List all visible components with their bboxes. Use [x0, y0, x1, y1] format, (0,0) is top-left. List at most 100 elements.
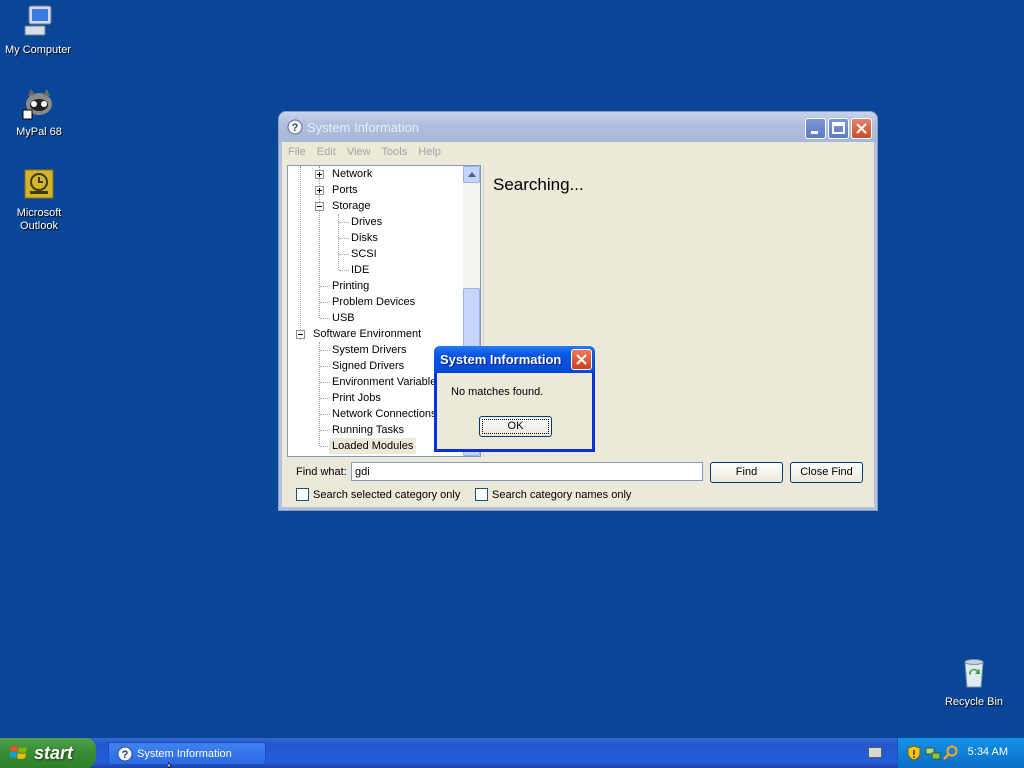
- tree-item-ide[interactable]: IDE: [351, 262, 369, 278]
- desktop-icon-label: My Computer: [4, 44, 72, 56]
- tree-item-printing[interactable]: Printing: [332, 278, 369, 294]
- desktop-icon-label: Recycle Bin: [944, 696, 1004, 708]
- maximize-button[interactable]: [828, 118, 849, 139]
- desktop-icon-mypal[interactable]: MyPal 68: [0, 86, 79, 139]
- tree-item-environment-variables[interactable]: Environment Variables: [332, 374, 442, 390]
- tree-item-label: Storage: [332, 200, 371, 212]
- tree-item-label: Environment Variables: [332, 376, 442, 388]
- tree-item-loaded-modules[interactable]: Loaded Modules: [329, 438, 417, 454]
- tree-item-label: SCSI: [351, 248, 377, 260]
- tree-item-software-environment[interactable]: Software Environment: [288, 326, 463, 342]
- tree-line: [320, 430, 330, 431]
- menu-help[interactable]: Help: [418, 142, 441, 162]
- desktop-icon-my-computer[interactable]: My Computer: [0, 4, 78, 57]
- help-icon: ?: [287, 119, 303, 135]
- tree-item-label: IDE: [351, 264, 370, 276]
- find-what-input[interactable]: [351, 462, 703, 481]
- keyboard-icon[interactable]: [868, 747, 882, 758]
- tree-item-label: Printing: [332, 280, 370, 292]
- tree-line: [339, 270, 349, 271]
- start-label: start: [34, 743, 74, 763]
- tree-item-problem-devices[interactable]: Problem Devices: [332, 294, 415, 310]
- no-matches-dialog: System Information No matches found. OK: [434, 346, 595, 452]
- tree-item-usb[interactable]: USB: [332, 310, 355, 326]
- svg-text:?: ?: [122, 749, 129, 761]
- tree-item-storage[interactable]: Storage: [288, 198, 463, 214]
- close-button[interactable]: [851, 118, 872, 139]
- tree-line: [320, 382, 330, 383]
- checkbox-box[interactable]: [296, 488, 309, 501]
- windows-flag-icon: [10, 746, 27, 759]
- menu-edit[interactable]: Edit: [317, 142, 336, 162]
- tree-item-print-jobs[interactable]: Print Jobs: [332, 390, 381, 406]
- checkbox-label: Search selected category only: [313, 489, 461, 501]
- menu-view[interactable]: View: [347, 142, 371, 162]
- tree-line: [320, 398, 330, 399]
- menu-bar: File Edit View Tools Help: [282, 142, 874, 162]
- tree-item-label: Signed Drivers: [332, 360, 405, 372]
- tree-item-drives[interactable]: Drives: [351, 214, 382, 230]
- find-what-label: Find what:: [296, 466, 347, 478]
- tree-line: [320, 350, 330, 351]
- desktop-icon-outlook[interactable]: Microsoft Outlook: [0, 167, 79, 233]
- tree-item-signed-drivers[interactable]: Signed Drivers: [332, 358, 404, 374]
- search-selected-category-checkbox[interactable]: Search selected category only: [296, 488, 460, 502]
- minimize-button[interactable]: [805, 118, 826, 139]
- menu-tools[interactable]: Tools: [382, 142, 408, 162]
- checkbox-box[interactable]: [475, 488, 488, 501]
- expand-icon[interactable]: [315, 186, 324, 195]
- help-icon: ?: [117, 746, 133, 762]
- find-button[interactable]: Find: [710, 462, 783, 483]
- ok-button[interactable]: OK: [479, 416, 552, 437]
- taskbar-button-label: System Information: [137, 748, 232, 760]
- search-category-names-checkbox[interactable]: Search category names only: [475, 488, 631, 502]
- close-find-button[interactable]: Close Find: [790, 462, 863, 483]
- tree-line: [320, 286, 330, 287]
- tree-line: [320, 318, 330, 319]
- collapse-icon[interactable]: [315, 202, 324, 211]
- menu-file[interactable]: File: [288, 142, 306, 162]
- scroll-up-button[interactable]: [463, 166, 480, 183]
- close-icon: [576, 354, 587, 365]
- tree-item-label: USB: [332, 312, 355, 324]
- checkbox-label: Search category names only: [492, 489, 632, 501]
- tree-item-system-drivers[interactable]: System Drivers: [332, 342, 407, 358]
- desktop-icon-label: MyPal 68: [16, 126, 62, 138]
- start-button[interactable]: start: [0, 738, 96, 768]
- network-icon[interactable]: [925, 745, 941, 761]
- tree-line: [339, 254, 349, 255]
- desktop-icon-recycle-bin[interactable]: Recycle Bin: [934, 656, 1014, 709]
- tree-item-network-connections[interactable]: Network Connections: [332, 406, 437, 422]
- dialog-close-button[interactable]: [571, 349, 592, 370]
- taskbar-button-system-information[interactable]: ? System Information: [108, 742, 266, 765]
- window-title: System Information: [307, 120, 419, 135]
- window-titlebar[interactable]: ? System Information: [279, 112, 877, 142]
- tree-item-network[interactable]: Network: [288, 166, 463, 182]
- clock: 5:34 AM: [967, 746, 1008, 758]
- taskbar: start ? System Information 5:34 AM: [0, 738, 1024, 768]
- tree-item-label: Ports: [332, 184, 358, 196]
- tree-item-label: Running Tasks: [332, 424, 404, 436]
- tree-item-label: Network: [332, 168, 373, 180]
- maximize-icon: [832, 122, 845, 134]
- dialog-titlebar[interactable]: System Information: [434, 346, 595, 373]
- search-icon[interactable]: [943, 745, 959, 761]
- tree-item-label: Drives: [351, 216, 383, 228]
- tree-item-disks[interactable]: Disks: [351, 230, 378, 246]
- tree-item-label: System Drivers: [332, 344, 407, 356]
- tree-item-ports[interactable]: Ports: [288, 182, 463, 198]
- tree-line: [320, 302, 330, 303]
- desktop-icon-label: Microsoft Outlook: [16, 207, 62, 232]
- computer-icon: [24, 5, 52, 36]
- expand-icon[interactable]: [315, 170, 324, 179]
- dialog-message: No matches found.: [451, 386, 544, 398]
- close-icon: [856, 123, 867, 134]
- security-shield-icon[interactable]: [907, 745, 921, 761]
- tree-line: [320, 366, 330, 367]
- find-bar: Find what: Find Close Find Search select…: [282, 460, 874, 506]
- tree-item-scsi[interactable]: SCSI: [351, 246, 377, 262]
- search-status-text: Searching...: [493, 175, 584, 194]
- collapse-icon[interactable]: [296, 330, 305, 339]
- tree-item-running-tasks[interactable]: Running Tasks: [332, 422, 404, 438]
- tree-line: [320, 414, 330, 415]
